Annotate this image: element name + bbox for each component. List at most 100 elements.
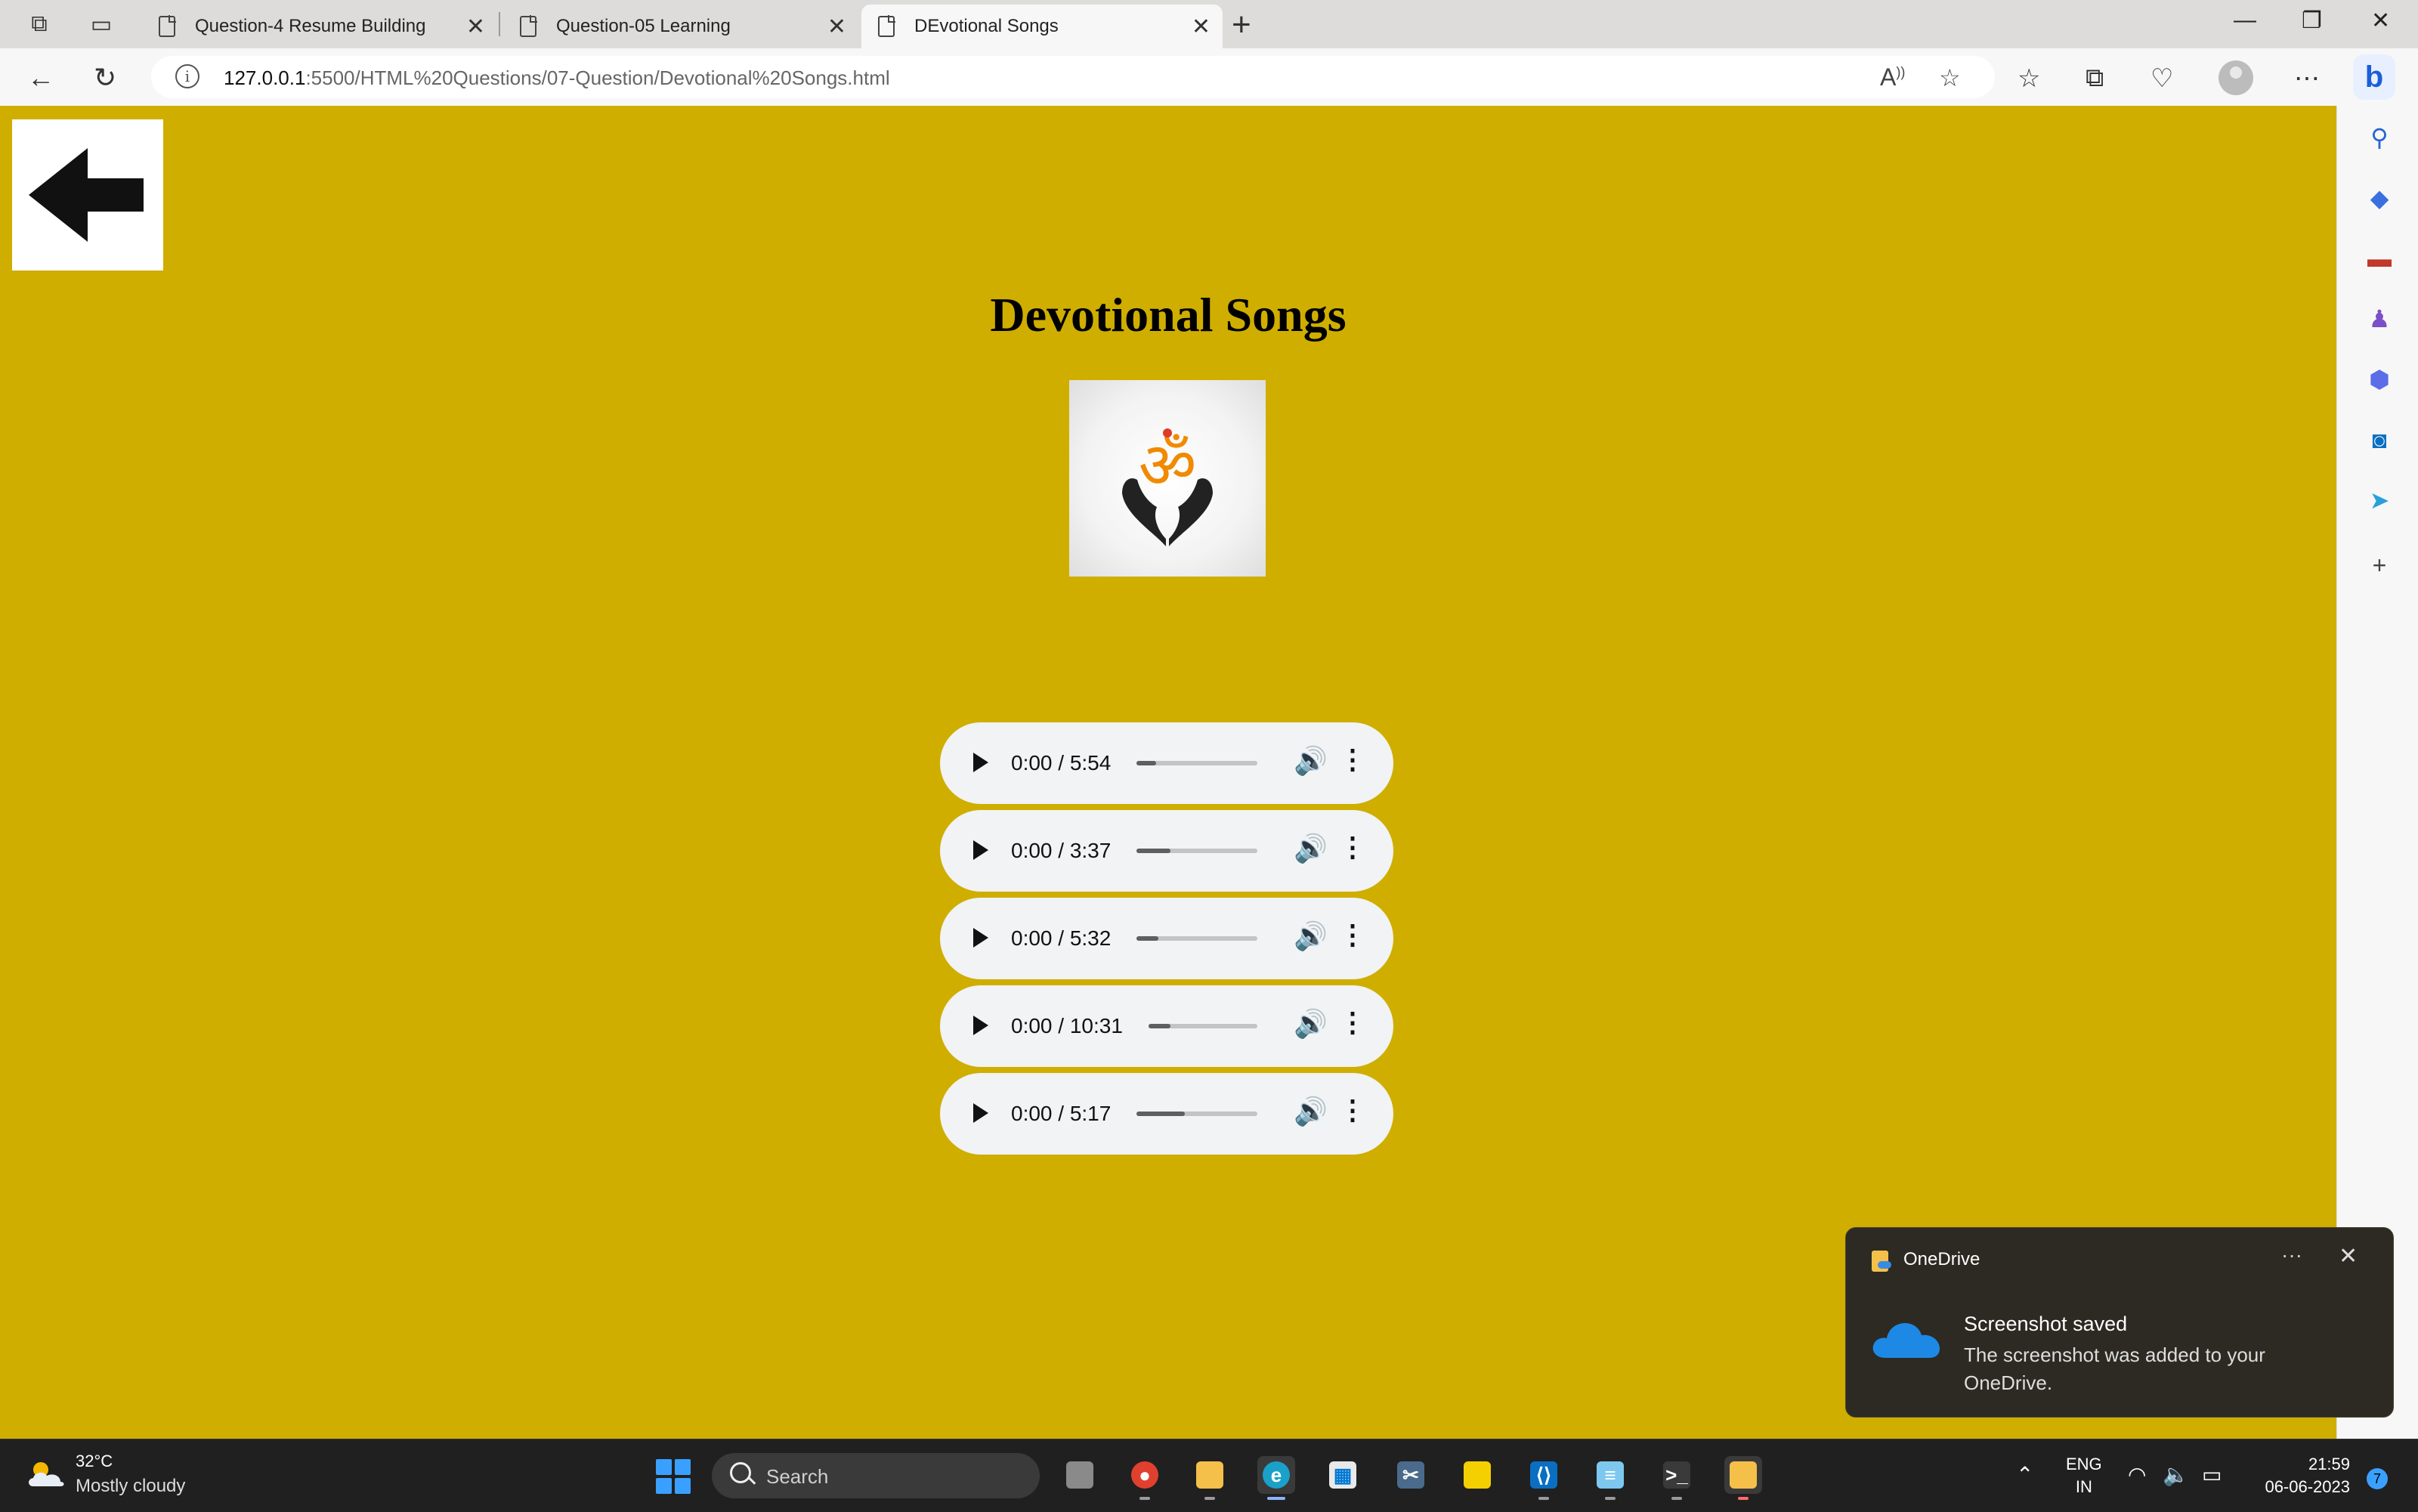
site-info-icon[interactable]: i [175, 64, 199, 88]
audio-seek-bar[interactable] [1136, 936, 1257, 941]
close-icon[interactable]: ✕ [1192, 14, 1211, 40]
read-aloud-icon[interactable]: A)) [1880, 63, 1905, 91]
favorite-star-icon[interactable]: ☆ [1939, 63, 1961, 92]
minimize-button[interactable]: — [2234, 8, 2256, 33]
microsoft-365-icon[interactable]: ⬢ [2364, 364, 2395, 394]
audio-seek-fill [1136, 936, 1158, 941]
vertical-tabs-icon[interactable]: ▭ [88, 11, 115, 38]
games-icon[interactable]: ♟ [2364, 304, 2395, 334]
browser-essentials-icon[interactable]: ♡ [2151, 63, 2173, 94]
tab-devotional-songs[interactable]: DEvotional Songs ✕ [861, 5, 1223, 48]
outlook-icon[interactable]: ◙ [2364, 425, 2395, 455]
volume-icon[interactable]: 🔊 [1294, 745, 1328, 777]
notification-more-icon[interactable]: ··· [2281, 1243, 2302, 1267]
audio-seek-bar[interactable] [1136, 1112, 1257, 1116]
bing-copilot-icon[interactable]: b [2353, 54, 2395, 100]
more-options-icon[interactable]: ⋮ [1339, 1006, 1366, 1038]
weather-condition[interactable]: Mostly cloudy [76, 1476, 185, 1497]
tab-question-05[interactable]: Question-05 Learning ✕ [503, 5, 858, 48]
audio-seek-fill [1136, 761, 1156, 765]
task-view-icon[interactable] [1061, 1456, 1099, 1494]
more-options-icon[interactable]: ⋯ [2294, 63, 2320, 94]
edge-icon[interactable]: e [1257, 1456, 1295, 1500]
audio-time: 0:00 / 3:37 [1011, 839, 1112, 862]
volume-icon[interactable]: 🔊 [1294, 833, 1328, 864]
om-logo-image: ॐ [1069, 380, 1266, 577]
new-tab-button[interactable]: + [1232, 6, 1251, 44]
sticky-notes-icon[interactable] [1458, 1456, 1496, 1494]
onedrive-notification[interactable]: OneDrive ··· ✕ Screenshot saved The scre… [1845, 1227, 2394, 1418]
audio-player[interactable]: 0:00 / 5:17 🔊 ⋮ [940, 1073, 1393, 1155]
play-icon[interactable] [973, 1016, 988, 1035]
audio-time: 0:00 / 5:54 [1011, 751, 1112, 775]
play-icon[interactable] [973, 753, 988, 772]
audio-player[interactable]: 0:00 / 10:31 🔊 ⋮ [940, 985, 1393, 1067]
microsoft-store-icon[interactable]: ▦ [1324, 1456, 1362, 1494]
tab-divider [499, 12, 500, 36]
profile-avatar[interactable] [2219, 60, 2253, 95]
tab-title: Question-05 Learning [556, 16, 731, 36]
start-button[interactable] [656, 1459, 691, 1494]
audio-seek-bar[interactable] [1136, 849, 1257, 853]
clock[interactable]: 21:59 06-06-2023 [2252, 1453, 2350, 1498]
notification-close-icon[interactable]: ✕ [2339, 1243, 2358, 1269]
play-icon[interactable] [973, 840, 988, 860]
onedrive-app-icon [1872, 1251, 1891, 1272]
tools-icon[interactable]: ▬ [2364, 243, 2395, 274]
shopping-tag-icon[interactable]: ◆ [2364, 183, 2395, 213]
more-options-icon[interactable]: ⋮ [1339, 744, 1366, 775]
address-bar-row: ← ↻ i 127.0.0.1:5500/HTML%20Questions/07… [0, 48, 2418, 107]
audio-time: 0:00 / 10:31 [1011, 1014, 1123, 1037]
more-options-icon[interactable]: ⋮ [1339, 831, 1366, 863]
notification-badge[interactable]: 7 [2367, 1468, 2388, 1489]
weather-temperature[interactable]: 32°C [76, 1452, 113, 1471]
taskbar-search[interactable]: Search [712, 1453, 1040, 1498]
address-bar[interactable]: i 127.0.0.1:5500/HTML%20Questions/07-Que… [151, 56, 1995, 98]
tab-question-4[interactable]: Question-4 Resume Building ✕ [142, 5, 497, 48]
audio-time: 0:00 / 5:17 [1011, 1102, 1112, 1125]
file-explorer-icon[interactable] [1191, 1456, 1229, 1500]
vscode-icon[interactable]: ⟨⟩ [1525, 1456, 1563, 1500]
language-indicator[interactable]: ENG IN [2066, 1453, 2102, 1498]
praying-hands-icon [1122, 428, 1213, 546]
volume-icon[interactable]: 🔊 [1294, 1008, 1328, 1040]
back-icon[interactable]: ← [27, 62, 54, 94]
play-icon[interactable] [973, 928, 988, 948]
search-label: Search [766, 1465, 829, 1488]
notepad-icon[interactable]: ≡ [1591, 1456, 1629, 1500]
more-options-icon[interactable]: ⋮ [1339, 1094, 1366, 1126]
audio-seek-bar[interactable] [1149, 1024, 1257, 1028]
chrome-icon[interactable]: ● [1126, 1456, 1164, 1500]
url-text[interactable]: 127.0.0.1:5500/HTML%20Questions/07-Quest… [224, 66, 890, 90]
close-window-button[interactable]: ✕ [2371, 8, 2390, 34]
battery-icon[interactable]: ▭ [2202, 1462, 2222, 1487]
collections-icon[interactable]: ⧉ [2086, 63, 2104, 93]
close-icon[interactable]: ✕ [466, 14, 485, 40]
favorites-icon[interactable]: ☆ [2018, 63, 2040, 94]
audio-seek-bar[interactable] [1136, 761, 1257, 765]
snipping-tool-icon[interactable]: ✂ [1392, 1456, 1430, 1494]
search-icon[interactable]: ⚲ [2364, 122, 2395, 153]
onedrive-taskbar-icon[interactable] [1724, 1456, 1762, 1500]
refresh-icon[interactable]: ↻ [94, 62, 116, 94]
show-hidden-icons[interactable]: ⌃ [2016, 1462, 2033, 1487]
back-arrow-button[interactable] [12, 119, 163, 271]
workspaces-icon[interactable]: ⧉ [26, 11, 53, 38]
wifi-icon[interactable]: ◠ [2128, 1462, 2146, 1487]
audio-seek-fill [1136, 849, 1170, 853]
more-options-icon[interactable]: ⋮ [1339, 919, 1366, 951]
play-icon[interactable] [973, 1103, 988, 1123]
speaker-icon[interactable]: 🔈 [2163, 1462, 2189, 1487]
add-sidebar-app-icon[interactable]: + [2364, 550, 2395, 580]
audio-player[interactable]: 0:00 / 3:37 🔊 ⋮ [940, 810, 1393, 892]
terminal-icon[interactable]: >_ [1658, 1456, 1696, 1500]
audio-seek-fill [1136, 1112, 1185, 1116]
audio-player[interactable]: 0:00 / 5:54 🔊 ⋮ [940, 722, 1393, 804]
volume-icon[interactable]: 🔊 [1294, 920, 1328, 952]
partly-cloudy-icon[interactable] [26, 1459, 66, 1488]
audio-player[interactable]: 0:00 / 5:32 🔊 ⋮ [940, 898, 1393, 979]
volume-icon[interactable]: 🔊 [1294, 1096, 1328, 1127]
restore-button[interactable]: ❐ [2302, 8, 2322, 34]
drop-icon[interactable]: ➤ [2364, 485, 2395, 515]
close-icon[interactable]: ✕ [827, 14, 846, 40]
